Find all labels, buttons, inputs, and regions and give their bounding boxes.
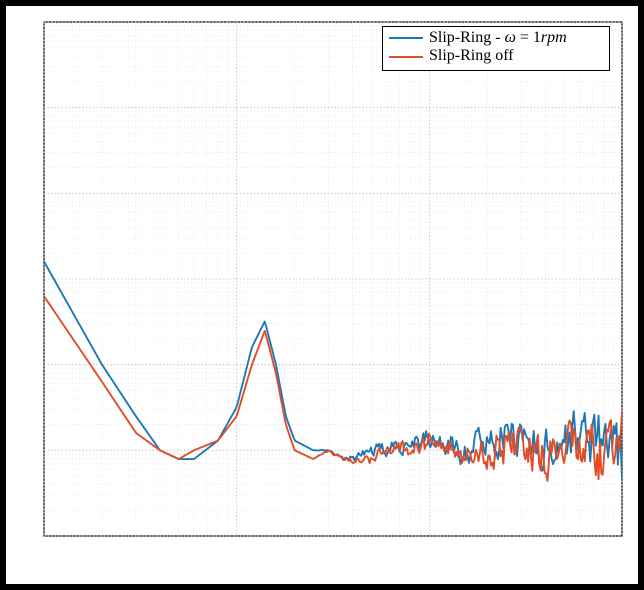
legend-swatch-1 (389, 37, 423, 39)
asd-plot (6, 6, 638, 584)
legend-label-2: Slip-Ring off (429, 47, 514, 65)
legend-label-1: Slip-Ring - ω = 1rpm (429, 29, 567, 47)
legend-swatch-2 (389, 56, 423, 58)
legend-entry-2: Slip-Ring off (387, 47, 605, 65)
legend-entry-1: Slip-Ring - ω = 1rpm (387, 29, 605, 47)
legend: Slip-Ring - ω = 1rpm Slip-Ring off (382, 26, 610, 71)
